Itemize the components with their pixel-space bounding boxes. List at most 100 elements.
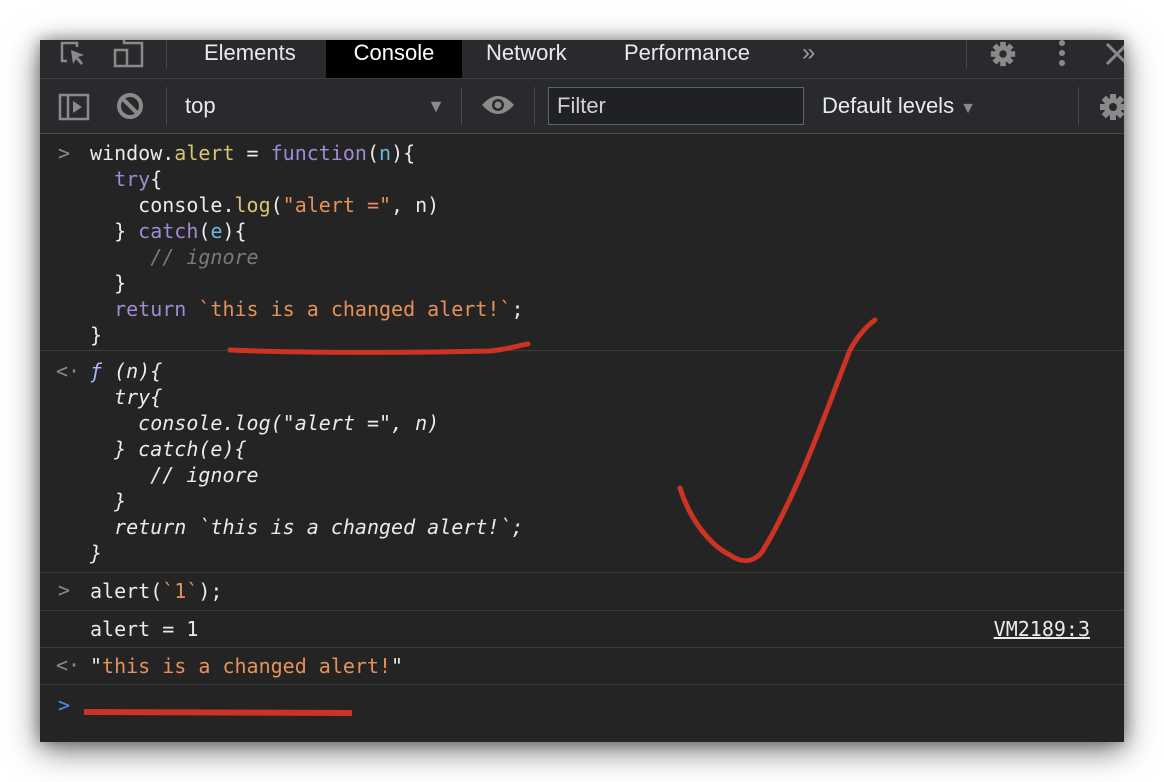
source-link[interactable]: VM2189:3 <box>994 616 1090 642</box>
result-arrow-icon: <· <box>56 359 81 383</box>
code-token: `1` <box>162 579 199 603</box>
devtools-tab-bar: Elements Console Network Performance » <box>40 40 1124 79</box>
tab-network[interactable]: Network <box>462 40 591 78</box>
code-token: log <box>234 193 271 217</box>
more-options-icon[interactable] <box>1052 40 1072 68</box>
console-result-entry: <· "this is a changed alert!" <box>40 648 1124 685</box>
tab-console[interactable]: Console <box>326 40 462 78</box>
log-levels-label: Default levels <box>822 93 955 118</box>
divider <box>461 87 462 125</box>
code-line: return `this is a changed alert!`; <box>90 514 523 540</box>
code-token: } <box>90 323 103 347</box>
code-line: "this is a changed alert!" <box>90 653 403 679</box>
settings-icon[interactable] <box>986 40 1020 68</box>
code-line: } <box>90 322 102 348</box>
log-message: alert = 1 <box>90 617 199 641</box>
code-line: } <box>90 270 126 296</box>
code-line: ƒ (n){ <box>90 358 162 384</box>
console-output: > window.alert = function(n){ try{ conso… <box>40 134 1124 742</box>
divider <box>166 87 167 125</box>
code-line: } <box>90 540 102 566</box>
input-prompt-icon: > <box>58 141 71 165</box>
divider <box>166 40 167 68</box>
close-icon[interactable] <box>1102 40 1124 68</box>
tab-elements[interactable]: Elements <box>180 40 320 78</box>
code-token: " <box>90 654 103 678</box>
code-token: } <box>90 271 127 295</box>
code-token: return `this is a changed alert!`; <box>90 515 524 539</box>
chevron-down-icon: ▼ <box>427 96 445 116</box>
code-token: function <box>270 141 367 165</box>
code-token: ( <box>270 193 283 217</box>
console-toolbar: top ▼ Default levels ▼ <box>40 79 1124 134</box>
code-line: try{ <box>90 166 162 192</box>
code-line: // ignore <box>90 462 258 488</box>
code-token: ); <box>198 579 223 603</box>
code-line: try{ <box>90 384 162 410</box>
code-token: alert <box>174 141 235 165</box>
console-result-entry: <· ƒ (n){ try{ console.log("alert =", n)… <box>40 351 1124 573</box>
code-token: , n) <box>391 193 440 217</box>
code-token: ƒ <box>90 359 103 383</box>
code-token: ( <box>366 141 380 165</box>
code-line: return `this is a changed alert!`; <box>90 296 524 322</box>
context-selector[interactable]: top ▼ <box>185 91 445 121</box>
code-token: ; <box>511 297 524 321</box>
code-token: " <box>391 654 404 678</box>
code-token: window. <box>90 141 175 165</box>
chevron-down-icon: ▼ <box>960 100 976 117</box>
code-line: console.log("alert =", n) <box>90 410 439 436</box>
divider <box>966 40 967 68</box>
code-line: // ignore <box>90 244 259 270</box>
code-token: console. <box>90 193 235 217</box>
code-token: `this is a changed alert!` <box>198 297 512 321</box>
code-token: { <box>150 167 163 191</box>
code-token: } <box>90 219 139 243</box>
code-token: (n){ <box>102 359 163 383</box>
live-expression-eye-icon[interactable] <box>481 93 515 122</box>
code-token: return <box>114 297 187 321</box>
console-input-entry: > alert(`1`); <box>40 573 1124 611</box>
inspect-element-icon[interactable] <box>58 40 88 68</box>
code-token: } catch(e){ <box>90 437 247 461</box>
code-token: ){ <box>391 141 416 165</box>
code-token: } <box>90 489 127 513</box>
code-line: window.alert = function(n){ <box>90 140 415 166</box>
code-token: console.log("alert =", n) <box>90 411 440 435</box>
console-input-entry: > window.alert = function(n){ try{ conso… <box>40 134 1124 351</box>
divider <box>534 87 535 125</box>
more-tabs-button[interactable]: » <box>778 40 839 78</box>
result-arrow-icon: <· <box>56 653 81 677</box>
devtools-window: Elements Console Network Performance » t… <box>40 40 1124 742</box>
divider <box>1078 87 1079 125</box>
input-prompt-icon: > <box>58 578 71 602</box>
tab-performance[interactable]: Performance <box>600 40 774 78</box>
filter-input[interactable] <box>548 87 804 125</box>
code-token: catch <box>138 219 199 243</box>
code-line: console.log("alert =", n) <box>90 192 439 218</box>
code-token: ( <box>198 219 211 243</box>
active-prompt-icon: > <box>58 693 71 717</box>
device-toolbar-icon[interactable] <box>112 40 146 68</box>
code-token: } <box>90 541 103 565</box>
code-token: e <box>210 219 223 243</box>
log-levels-dropdown[interactable]: Default levels ▼ <box>822 91 976 121</box>
context-value: top <box>185 93 216 118</box>
code-token: = <box>234 141 271 165</box>
code-line: } <box>90 488 126 514</box>
code-token: try <box>114 167 151 191</box>
code-token: this is a changed alert! <box>102 654 392 678</box>
console-log-entry: alert = 1 VM2189:3 <box>40 611 1124 648</box>
clear-console-icon[interactable] <box>116 92 144 125</box>
code-token: ){ <box>222 219 247 243</box>
console-settings-icon[interactable] <box>1098 92 1124 127</box>
code-token: // ignore <box>150 245 259 269</box>
console-prompt-row[interactable]: > <box>40 685 1124 735</box>
code-line: alert(`1`); <box>90 578 222 604</box>
show-sidebar-icon[interactable] <box>58 93 90 126</box>
code-token: alert( <box>90 579 163 603</box>
